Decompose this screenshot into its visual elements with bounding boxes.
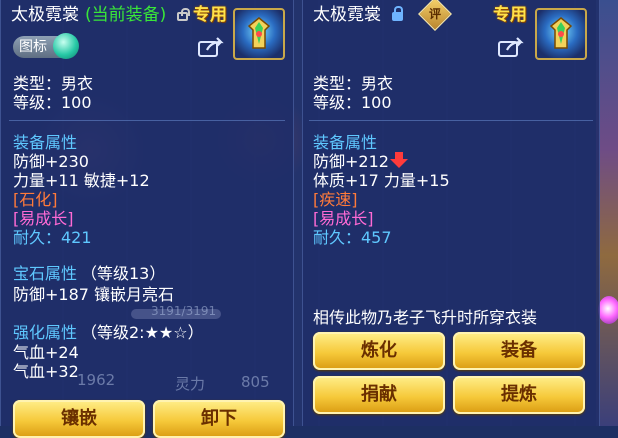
special-effect: [石化] xyxy=(13,190,58,209)
durability-line: 耐久：421 xyxy=(13,228,92,247)
equip-button[interactable]: 装备 xyxy=(453,332,585,370)
bg-hp-text: 3191/3191 xyxy=(151,304,217,318)
item-name: 太极霓裳 xyxy=(313,5,381,25)
divider xyxy=(309,120,593,121)
type-line: 类型：男衣 xyxy=(13,74,94,93)
current-equipment-tooltip: 太极霓裳 (当前装备) 专用 图标 类型：男衣 等级：100 装备属性 防御+2… xyxy=(0,0,294,438)
equipped-status: (当前装备) xyxy=(85,5,167,25)
level-line: 等级：100 xyxy=(13,93,92,112)
enhance-line: 气血+24 xyxy=(13,343,79,362)
attr-line: 力量+11 敏捷+12 xyxy=(13,171,150,190)
type-line: 类型：男衣 xyxy=(313,74,394,93)
inlay-button[interactable]: 镶嵌 xyxy=(13,400,145,438)
gem-level: （等级13） xyxy=(81,264,166,283)
pink-orb-icon[interactable] xyxy=(598,296,618,324)
bg-stat-label: 灵力 xyxy=(175,375,206,393)
icon-toggle[interactable]: 图标 xyxy=(13,33,79,59)
gem-header: 宝石属性 xyxy=(13,264,78,283)
item-description: 相传此物乃老子飞升时所穿衣装 xyxy=(313,308,538,327)
share-icon[interactable] xyxy=(197,36,225,58)
bg-stat-value: 805 xyxy=(241,373,270,391)
toggle-orb-icon xyxy=(53,33,79,59)
attr-line: 体质+17 力量+15 xyxy=(313,171,450,190)
icon-toggle-label: 图标 xyxy=(19,39,47,55)
exclusive-badge: 专用 xyxy=(493,5,527,25)
special-trait: [易成长] xyxy=(313,209,374,228)
extract-button[interactable]: 提炼 xyxy=(453,376,585,414)
special-effect: [疾速] xyxy=(313,190,358,209)
item-name: 太极霓裳 xyxy=(11,5,79,25)
bg-stat-value: 1962 xyxy=(77,371,116,389)
gem-line: 防御+187 镶嵌月亮石 xyxy=(13,285,175,304)
unlock-icon[interactable] xyxy=(177,8,190,21)
exclusive-badge: 专用 xyxy=(193,5,227,25)
durability-line: 耐久：457 xyxy=(313,228,392,247)
special-trait: [易成长] xyxy=(13,209,74,228)
refine-button[interactable]: 炼化 xyxy=(313,332,445,370)
appraise-label: 评 xyxy=(428,7,441,21)
compare-equipment-tooltip: 太极霓裳 评 专用 类型：男衣 等级：100 装备属性 防御+212 体质+17… xyxy=(302,0,600,426)
divider xyxy=(9,120,285,121)
level-line: 等级：100 xyxy=(313,93,392,112)
attr-line: 防御+230 xyxy=(13,152,89,171)
item-robe-icon xyxy=(233,8,285,60)
attr-line: 防御+212 xyxy=(313,152,389,171)
enhance-level: （等级2:★★☆） xyxy=(81,323,204,342)
enhance-line: 气血+32 xyxy=(13,362,79,381)
donate-button[interactable]: 捐献 xyxy=(313,376,445,414)
item-robe-icon xyxy=(535,8,587,60)
share-icon[interactable] xyxy=(497,36,525,58)
attr-header: 装备属性 xyxy=(13,133,78,152)
unequip-button[interactable]: 卸下 xyxy=(153,400,285,438)
attr-header: 装备属性 xyxy=(313,133,378,152)
lock-icon[interactable] xyxy=(392,6,403,21)
enhance-header: 强化属性 xyxy=(13,323,78,342)
appraise-diamond-icon[interactable]: 评 xyxy=(418,0,452,31)
